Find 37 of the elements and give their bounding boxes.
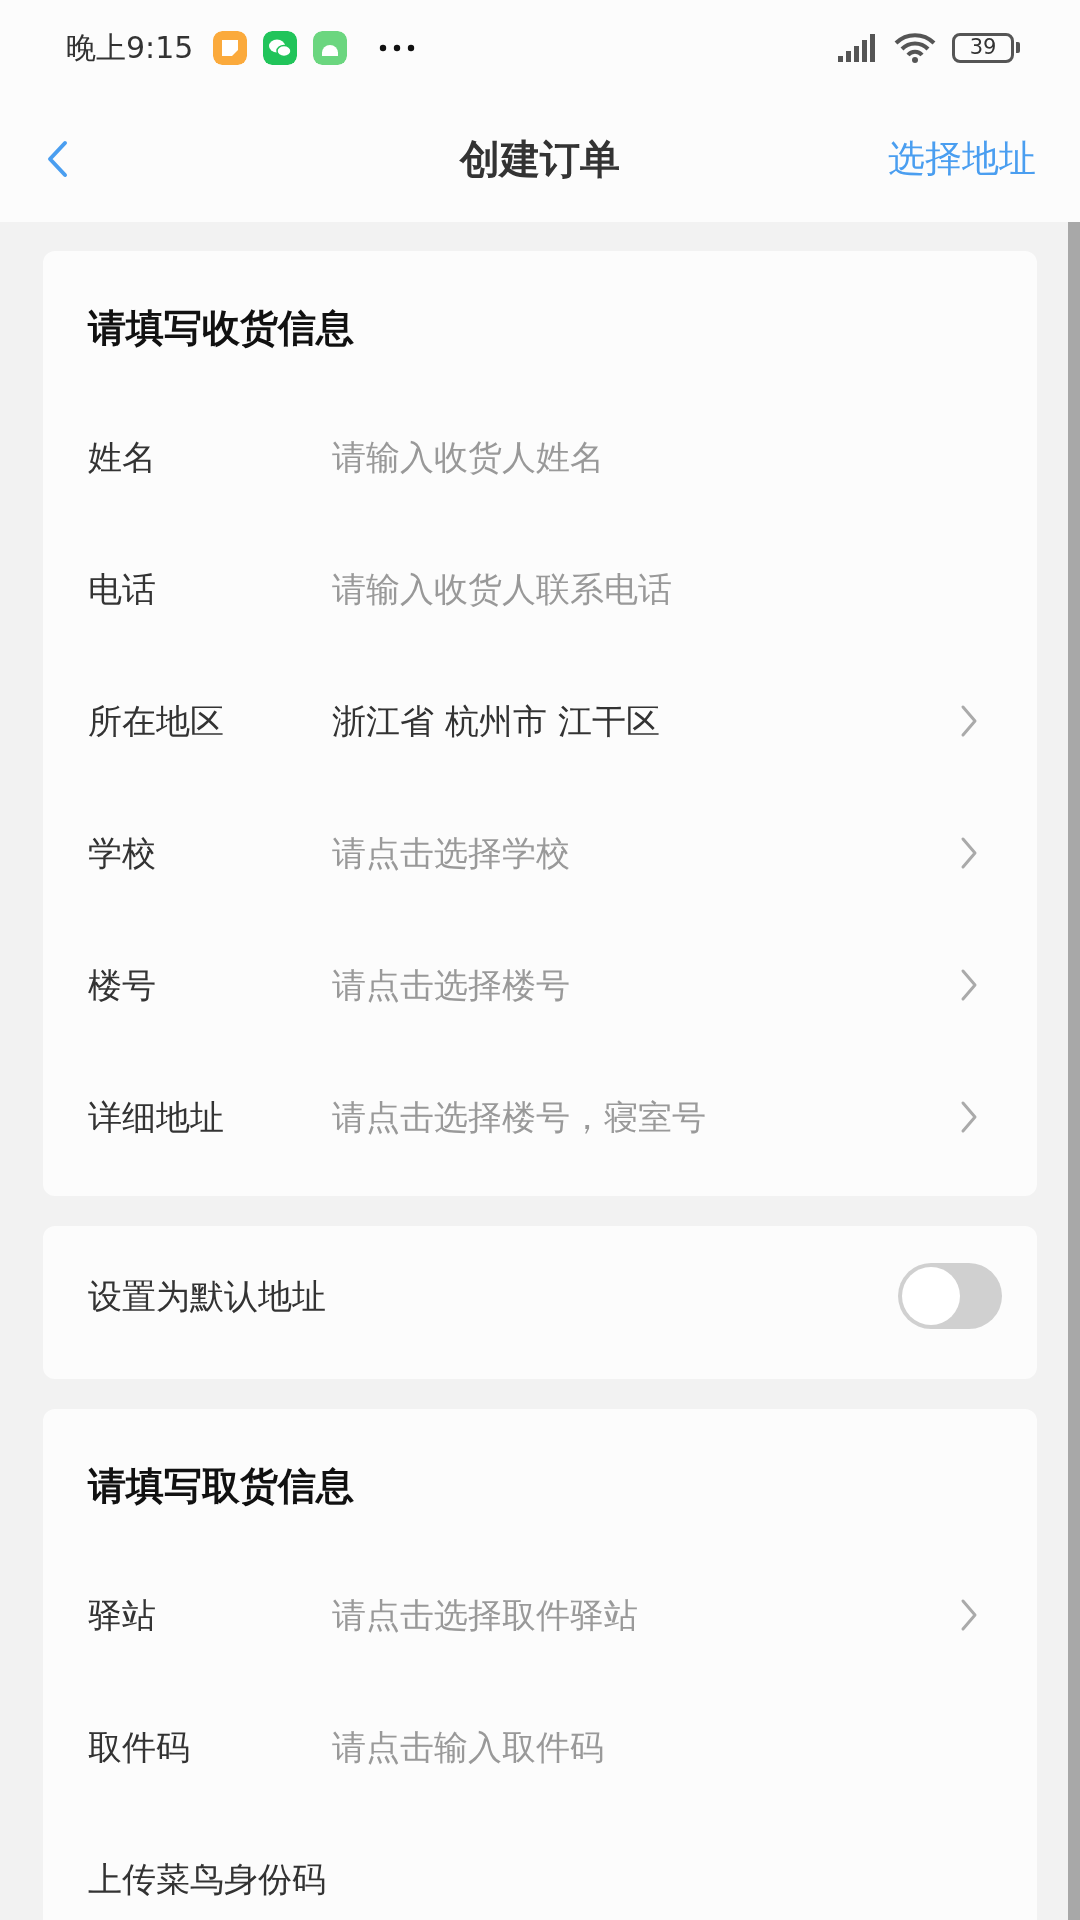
wifi-icon	[894, 31, 936, 64]
battery-indicator: 39	[952, 32, 1014, 63]
chat-icon	[263, 30, 298, 65]
back-button[interactable]	[46, 139, 68, 178]
battery-cap-icon	[1016, 42, 1020, 53]
field-label: 所在地区	[88, 699, 225, 743]
field-label: 电话	[88, 567, 157, 611]
field-label: 驿站	[88, 1593, 157, 1637]
notification-icon	[213, 30, 248, 65]
select-field[interactable]: 浙江省 杭州市 江干区	[332, 695, 992, 747]
chevron-right-icon	[960, 968, 978, 1002]
field-label: 上传菜鸟身份码	[88, 1857, 327, 1901]
field-label: 学校	[88, 831, 157, 875]
section-title: 请填写取货信息	[88, 1462, 355, 1510]
select-field[interactable]: 请点击选择取件驿站	[332, 1589, 992, 1641]
input-field[interactable]: 请输入收货人姓名	[332, 431, 992, 483]
select-field[interactable]: 请点击选择楼号	[332, 959, 992, 1011]
field-label: 详细地址	[88, 1095, 225, 1139]
switch-label: 设置为默认地址	[88, 1274, 326, 1318]
section-title: 请填写收货信息	[88, 304, 355, 352]
input-field[interactable]: 请点击输入取件码	[332, 1721, 992, 1773]
more-icon	[379, 43, 416, 52]
select-field[interactable]: 请点击选择学校	[332, 827, 992, 879]
chevron-right-icon	[960, 704, 978, 738]
status-time: 晚上9:15	[66, 29, 194, 67]
page-title: 创建订单	[460, 134, 620, 184]
select-field[interactable]: 请点击选择楼号，寝室号	[332, 1091, 992, 1143]
field-label: 取件码	[88, 1725, 191, 1769]
chevron-right-icon	[960, 1100, 978, 1134]
signal-icon	[838, 33, 878, 62]
field-label: 姓名	[88, 435, 157, 479]
select-address-link[interactable]: 选择地址	[888, 130, 1036, 187]
chevron-right-icon	[960, 1598, 978, 1632]
field-label: 楼号	[88, 963, 157, 1007]
input-field[interactable]: 请输入收货人联系电话	[332, 563, 992, 615]
chevron-right-icon	[960, 836, 978, 870]
scrollbar-thumb[interactable]	[1068, 222, 1080, 1920]
